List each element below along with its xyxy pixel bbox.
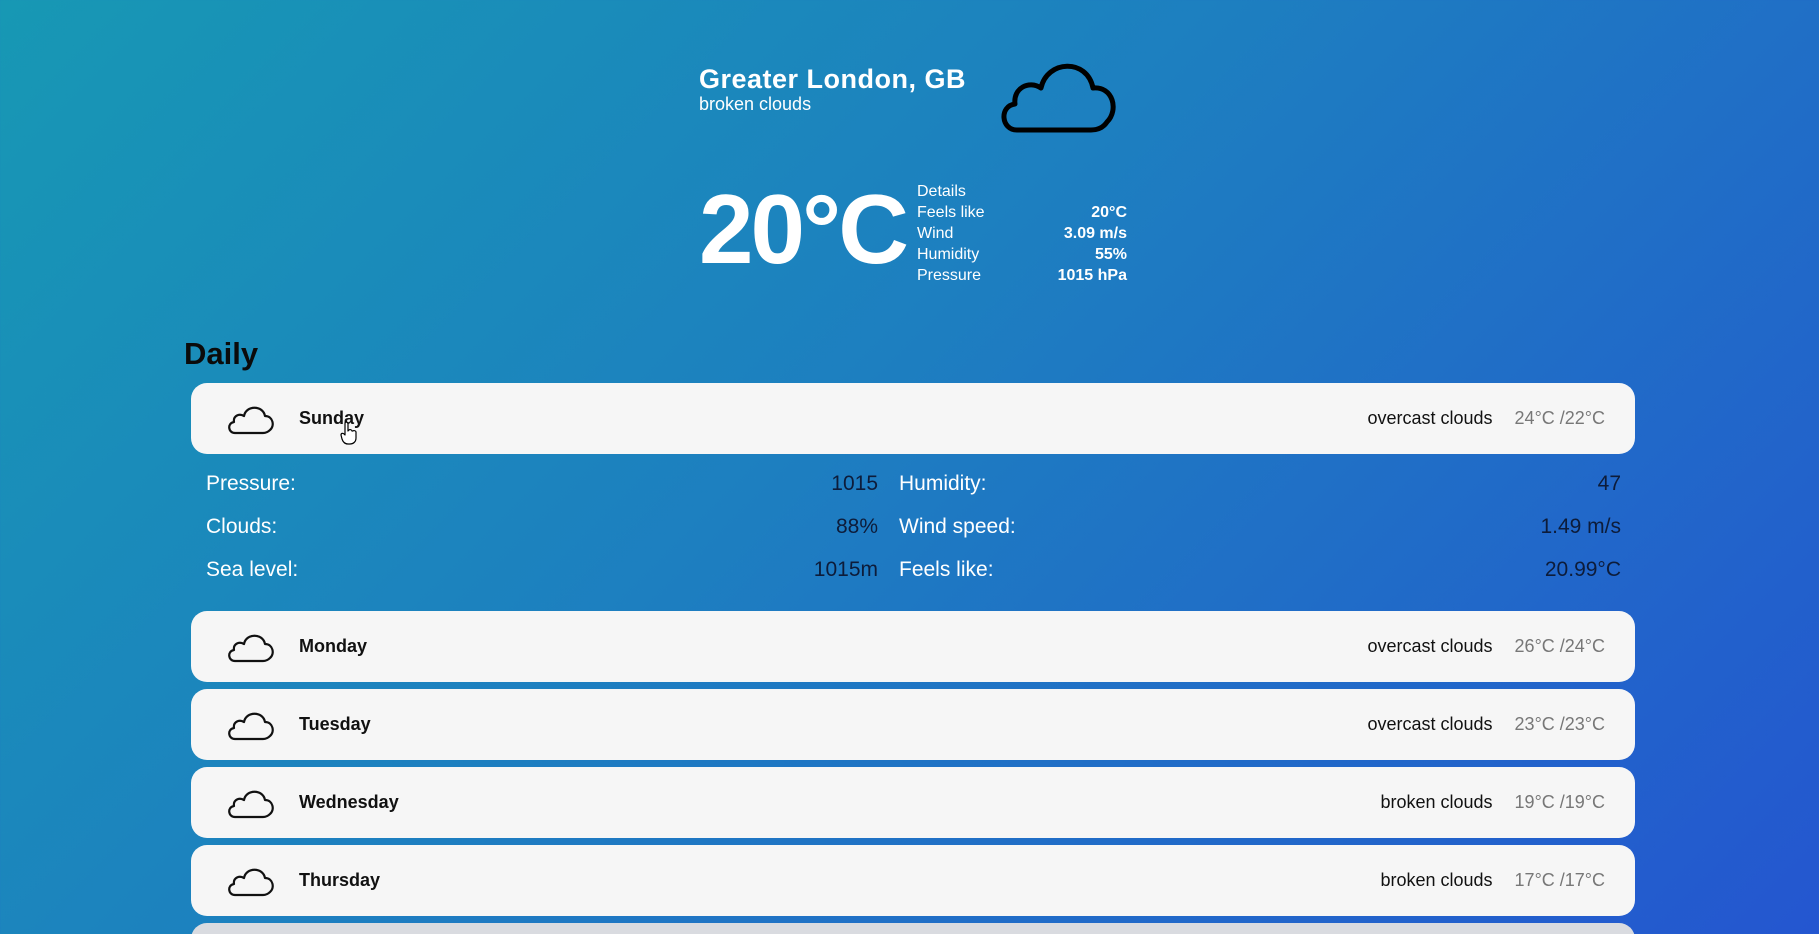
detail-row-humidity: Humidity 55% bbox=[917, 246, 1127, 267]
day-temperature-range: 17°C /17°C bbox=[1514, 870, 1605, 890]
detail-value: 20°C bbox=[1091, 204, 1127, 221]
detail-value: 3.09 m/s bbox=[1063, 225, 1127, 242]
detail-label: Wind bbox=[917, 225, 954, 242]
day-name: Monday bbox=[299, 636, 368, 656]
detail-wind-speed: Wind speed: 1.49 m/s bbox=[899, 515, 1621, 558]
day-name: Sunday bbox=[299, 408, 365, 428]
detail-label: Feels like bbox=[917, 204, 985, 221]
day-temperature-range: 26°C /24°C bbox=[1514, 636, 1605, 656]
day-description: overcast clouds bbox=[1367, 714, 1493, 734]
detail-feels-like: Feels like: 20.99°C bbox=[899, 558, 1621, 601]
day-name: Wednesday bbox=[299, 792, 399, 812]
detail-sea-level: Sea level: 1015m bbox=[206, 558, 878, 601]
day-row-wednesday[interactable]: Wednesday broken clouds 19°C /19°C bbox=[191, 767, 1635, 838]
day-description: broken clouds bbox=[1380, 792, 1493, 812]
detail-label: Pressure: bbox=[206, 472, 296, 495]
day-row-sunday[interactable]: Sunday overcast clouds 24°C /22°C bbox=[191, 383, 1635, 454]
location-title: Greater London, GB bbox=[699, 64, 967, 94]
detail-label: Pressure bbox=[917, 267, 982, 284]
day-row-monday[interactable]: Monday overcast clouds 26°C /24°C bbox=[191, 611, 1635, 682]
detail-value: 1.49 m/s bbox=[1540, 515, 1621, 538]
detail-value: 1015m bbox=[813, 558, 878, 581]
day-name: Tuesday bbox=[299, 714, 371, 734]
day-temperature-range: 19°C /19°C bbox=[1514, 792, 1605, 812]
detail-value: 1015 bbox=[831, 472, 878, 495]
details-right-column: Humidity: 47 Wind speed: 1.49 m/s Feels … bbox=[899, 472, 1621, 601]
cloud-icon bbox=[228, 868, 274, 896]
detail-humidity: Humidity: 47 bbox=[899, 472, 1621, 515]
day-row-tuesday[interactable]: Tuesday overcast clouds 23°C /23°C bbox=[191, 689, 1635, 760]
detail-pressure: Pressure: 1015 bbox=[206, 472, 878, 515]
detail-value: 55% bbox=[1094, 246, 1127, 263]
detail-value: 88% bbox=[835, 515, 878, 538]
cloud-icon bbox=[1001, 63, 1116, 133]
detail-label: Humidity bbox=[917, 246, 980, 263]
day-description: broken clouds bbox=[1380, 870, 1493, 890]
details-panel: Details Feels like 20°C Wind 3.09 m/s Hu… bbox=[917, 183, 1127, 288]
detail-label: Wind speed: bbox=[899, 515, 1016, 538]
detail-label: Sea level: bbox=[206, 558, 299, 581]
day-description: overcast clouds bbox=[1367, 636, 1493, 656]
detail-label: Humidity: bbox=[899, 472, 987, 495]
current-temperature: 20°C bbox=[699, 174, 909, 284]
day-row-thursday[interactable]: Thursday broken clouds 17°C /17°C bbox=[191, 845, 1635, 916]
details-title-row: Details bbox=[917, 183, 1127, 204]
detail-value: 47 bbox=[1597, 472, 1621, 495]
details-title: Details bbox=[917, 183, 966, 200]
detail-row-wind: Wind 3.09 m/s bbox=[917, 225, 1127, 246]
detail-clouds: Clouds: 88% bbox=[206, 515, 878, 558]
detail-value: 20.99°C bbox=[1544, 558, 1621, 581]
details-left-column: Pressure: 1015 Clouds: 88% Sea level: 10… bbox=[206, 472, 878, 601]
detail-label: Feels like: bbox=[899, 558, 994, 581]
detail-label: Clouds: bbox=[206, 515, 278, 538]
cloud-icon bbox=[228, 634, 274, 662]
current-weather: Greater London, GB broken clouds 20°C De… bbox=[699, 60, 1139, 300]
cloud-icon bbox=[228, 406, 274, 434]
daily-heading: Daily bbox=[184, 336, 259, 371]
day-description: overcast clouds bbox=[1367, 408, 1493, 428]
day-name: Thursday bbox=[299, 870, 381, 890]
cloud-icon bbox=[228, 790, 274, 818]
hand-cursor-icon bbox=[340, 421, 357, 445]
day-temperature-range: 23°C /23°C bbox=[1514, 714, 1605, 734]
detail-row-feels-like: Feels like 20°C bbox=[917, 204, 1127, 225]
day-details-panel: Pressure: 1015 Clouds: 88% Sea level: 10… bbox=[206, 472, 1621, 602]
weather-description: broken clouds bbox=[699, 94, 812, 114]
detail-value: 1015 hPa bbox=[1057, 267, 1127, 284]
cloud-icon bbox=[228, 712, 274, 740]
detail-row-pressure: Pressure 1015 hPa bbox=[917, 267, 1127, 288]
day-temperature-range: 24°C /22°C bbox=[1514, 408, 1605, 428]
day-row-next-partial[interactable] bbox=[191, 923, 1635, 934]
